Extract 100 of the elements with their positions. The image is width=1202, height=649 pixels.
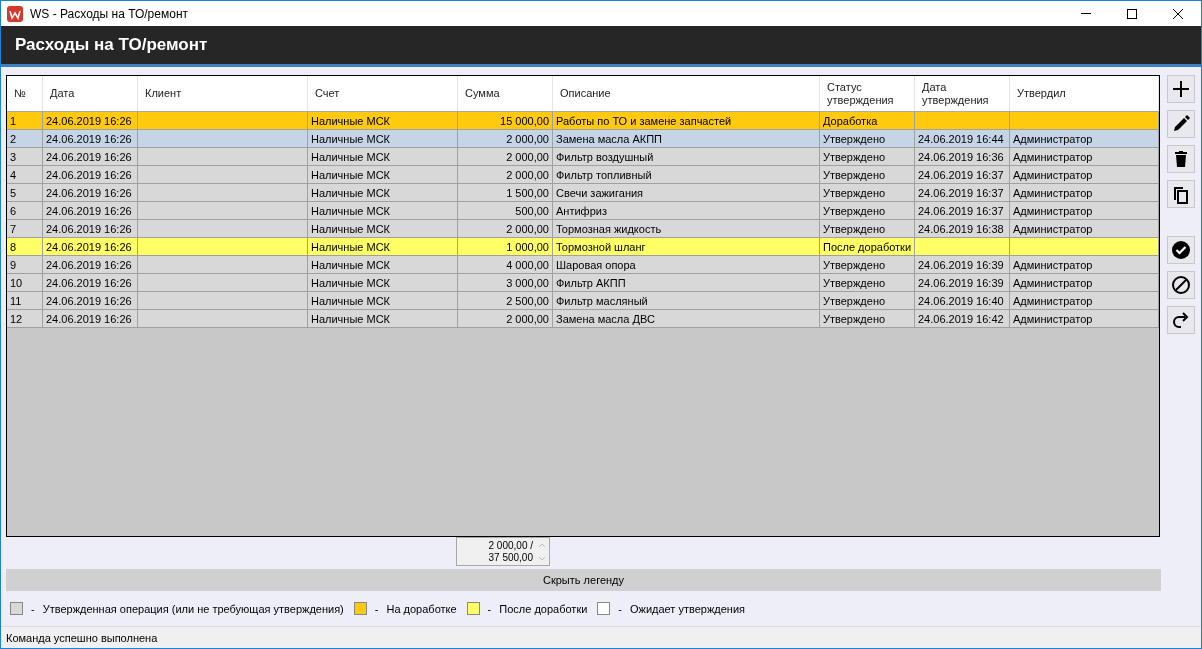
sum-field[interactable]: 2 000,00 / 37 500,00 [456, 537, 550, 567]
table-cell: Администратор [1010, 256, 1159, 274]
legend-label: После доработки [499, 602, 588, 615]
table-cell: 500,00 [458, 202, 553, 220]
table-cell: 24.06.2019 16:44 [915, 130, 1010, 148]
column-header[interactable]: Клиент [138, 76, 308, 112]
table-cell: Администратор [1010, 148, 1159, 166]
table-cell: 2 000,00 [458, 130, 553, 148]
legend-label: На доработке [386, 602, 457, 615]
table-cell: Администратор [1010, 292, 1159, 310]
table-cell: 2 000,00 [458, 148, 553, 166]
table-cell: Замена масла АКПП [553, 130, 820, 148]
redo-button[interactable] [1167, 306, 1195, 335]
toggle-legend-button[interactable]: Скрыть легенду [6, 569, 1161, 591]
table-cell: 15 000,00 [458, 112, 553, 130]
table-cell: 24.06.2019 16:26 [43, 310, 138, 328]
table-cell: 24.06.2019 16:37 [915, 166, 1010, 184]
copy-icon [1171, 184, 1191, 205]
table-cell: Фильтр масляный [553, 292, 820, 310]
table-row[interactable]: 10 24.06.2019 16:26 Наличные МСК 3 000,00 Фильтр АКПП Утверждено 24.06.2019 16:39 Администратор [7, 274, 1159, 293]
table-row[interactable]: 5 24.06.2019 16:26 Наличные МСК 1 500,00 Свечи зажигания Утверждено 24.06.2019 16:37 Администратор [7, 184, 1159, 203]
table-row[interactable]: 2 24.06.2019 16:26 Наличные МСК 2 000,00 Замена масла АКПП Утверждено 24.06.2019 16:44 Администратор [7, 130, 1159, 149]
status-bar: Команда успешно выполнена [1, 626, 1201, 648]
table-row[interactable]: 11 24.06.2019 16:26 Наличные МСК 2 500,00 Фильтр масляный Утверждено 24.06.2019 16:40 Администратор [7, 292, 1159, 311]
table-cell: После доработки [820, 238, 915, 256]
table-cell: 24.06.2019 16:26 [43, 292, 138, 310]
page-header: Расходы на ТО/ремонт [1, 26, 1201, 68]
copy-button[interactable] [1167, 180, 1195, 209]
table-cell: Наличные МСК [308, 238, 458, 256]
table-cell: Замена масла ДВС [553, 310, 820, 328]
table-cell: Администратор [1010, 184, 1159, 202]
table-cell: Тормозной шланг [553, 238, 820, 256]
table-cell: 1 000,00 [458, 238, 553, 256]
app-logo-icon [7, 5, 23, 22]
table-row[interactable]: 12 24.06.2019 16:26 Наличные МСК 2 000,00 Замена масла ДВС Утверждено 24.06.2019 16:42 Администратор [7, 310, 1159, 329]
table-cell: Работы по ТО и замене запчастей [553, 112, 820, 130]
table-cell: Наличные МСК [308, 256, 458, 274]
pencil-button[interactable] [1167, 110, 1195, 139]
table-cell: Наличные МСК [308, 310, 458, 328]
table-row[interactable]: 9 24.06.2019 16:26 Наличные МСК 4 000,00 Шаровая опора Утверждено 24.06.2019 16:39 Администратор [7, 256, 1159, 275]
table-cell: Свечи зажигания [553, 184, 820, 202]
table-cell: Тормозная жидкость [553, 220, 820, 238]
table-cell: Шаровая опора [553, 256, 820, 274]
table-cell: Наличные МСК [308, 166, 458, 184]
table-cell: Наличные МСК [308, 184, 458, 202]
table-cell: 1 [7, 112, 43, 130]
checkmark-button[interactable] [1167, 236, 1195, 265]
table-cell: 11 [7, 292, 43, 310]
table-cell: 24.06.2019 16:26 [43, 238, 138, 256]
table-cell: 24.06.2019 16:26 [43, 202, 138, 220]
table-cell: 5 [7, 184, 43, 202]
column-header[interactable]: № [7, 76, 43, 112]
table-cell: Утверждено [820, 148, 915, 166]
column-header[interactable]: Описание [553, 76, 820, 112]
table-cell: Утверждено [820, 310, 915, 328]
maximize-icon[interactable] [1127, 8, 1137, 19]
table-cell: Наличные МСК [308, 202, 458, 220]
table-row[interactable]: 8 24.06.2019 16:26 Наличные МСК 1 000,00 Тормозной шланг После доработки [7, 238, 1159, 257]
table-cell: 24.06.2019 16:26 [43, 166, 138, 184]
column-header[interactable]: Дата [43, 76, 138, 112]
table-cell: 24.06.2019 16:37 [915, 184, 1010, 202]
table-cell: 3 [7, 148, 43, 166]
table-cell: Фильтр воздушный [553, 148, 820, 166]
table-cell: Утверждено [820, 220, 915, 238]
table-row[interactable]: 7 24.06.2019 16:26 Наличные МСК 2 000,00 Тормозная жидкость Утверждено 24.06.2019 16:38 Администратор [7, 220, 1159, 239]
table-cell: 24.06.2019 16:26 [43, 184, 138, 202]
table-row[interactable]: 6 24.06.2019 16:26 Наличные МСК 500,00 Антифриз Утверждено 24.06.2019 16:37 Администратор [7, 202, 1159, 221]
table-cell: 24.06.2019 16:39 [915, 256, 1010, 274]
prohibited-button[interactable] [1167, 271, 1195, 300]
column-header[interactable]: Статус утверждения [820, 76, 915, 112]
table-row[interactable]: 3 24.06.2019 16:26 Наличные МСК 2 000,00 Фильтр воздушный Утверждено 24.06.2019 16:36 Администратор [7, 148, 1159, 167]
table-row[interactable]: 4 24.06.2019 16:26 Наличные МСК 2 000,00 Фильтр топливный Утверждено 24.06.2019 16:37 Администратор [7, 166, 1159, 185]
table-cell: 24.06.2019 16:37 [915, 202, 1010, 220]
table-cell: 6 [7, 202, 43, 220]
legend-label: Утвержденная операция (или не требующая утверждения) [42, 602, 344, 615]
trash-button[interactable] [1167, 145, 1195, 174]
table-cell: 4 [7, 166, 43, 184]
table-cell: 24.06.2019 16:40 [915, 292, 1010, 310]
table-row[interactable]: 1 24.06.2019 16:26 Наличные МСК 15 000,00 Работы по ТО и замене запчастей Доработка [7, 112, 1159, 131]
table-cell: Утверждено [820, 256, 915, 274]
table-cell: 9 [7, 256, 43, 274]
table-cell: Доработка [820, 112, 915, 130]
plus-button[interactable] [1167, 75, 1195, 104]
table-cell: 24.06.2019 16:42 [915, 310, 1010, 328]
table-cell: 10 [7, 274, 43, 292]
column-header[interactable]: Утвердил [1010, 76, 1159, 112]
close-icon[interactable] [1173, 8, 1183, 19]
table-cell: Администратор [1010, 166, 1159, 184]
table-cell: 24.06.2019 16:26 [43, 256, 138, 274]
table-cell: Наличные МСК [308, 130, 458, 148]
column-header[interactable]: Сумма [458, 76, 553, 112]
table-cell: Наличные МСК [308, 112, 458, 130]
table-cell: 24.06.2019 16:26 [43, 220, 138, 238]
redo-icon [1171, 310, 1191, 331]
column-header[interactable]: Дата утверждения [915, 76, 1010, 112]
table-cell: 3 000,00 [458, 274, 553, 292]
column-header[interactable]: Счет [308, 76, 458, 112]
table-cell: Утверждено [820, 166, 915, 184]
legend-dash: - [618, 602, 622, 615]
table-cell: Утверждено [820, 184, 915, 202]
